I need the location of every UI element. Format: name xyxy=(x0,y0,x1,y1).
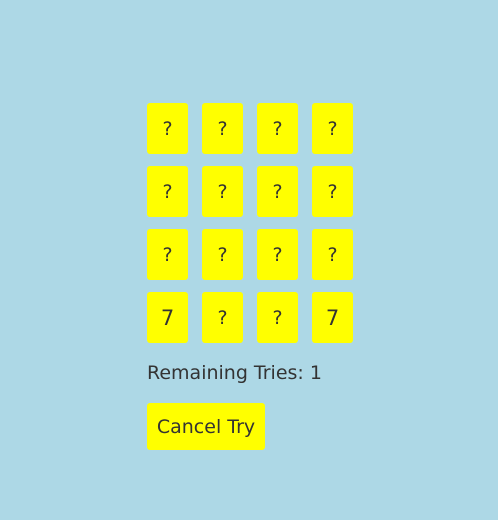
cancel-try-button[interactable]: Cancel Try xyxy=(147,403,265,450)
card-grid: ? ? ? ? ? ? ? ? ? ? ? ? 7 ? ? 7 xyxy=(147,103,357,343)
card-4[interactable]: ? xyxy=(312,103,353,154)
card-11[interactable]: ? xyxy=(257,229,298,280)
memory-game: ? ? ? ? ? ? ? ? ? ? ? ? 7 ? ? 7 Remainin… xyxy=(147,103,357,450)
card-6[interactable]: ? xyxy=(202,166,243,217)
card-15[interactable]: ? xyxy=(257,292,298,343)
card-3[interactable]: ? xyxy=(257,103,298,154)
card-1[interactable]: ? xyxy=(147,103,188,154)
card-10[interactable]: ? xyxy=(202,229,243,280)
card-5[interactable]: ? xyxy=(147,166,188,217)
card-13[interactable]: 7 xyxy=(147,292,188,343)
card-2[interactable]: ? xyxy=(202,103,243,154)
card-7[interactable]: ? xyxy=(257,166,298,217)
card-12[interactable]: ? xyxy=(312,229,353,280)
card-14[interactable]: ? xyxy=(202,292,243,343)
card-8[interactable]: ? xyxy=(312,166,353,217)
remaining-tries-text: Remaining Tries: 1 xyxy=(147,362,322,384)
card-9[interactable]: ? xyxy=(147,229,188,280)
card-16[interactable]: 7 xyxy=(312,292,353,343)
